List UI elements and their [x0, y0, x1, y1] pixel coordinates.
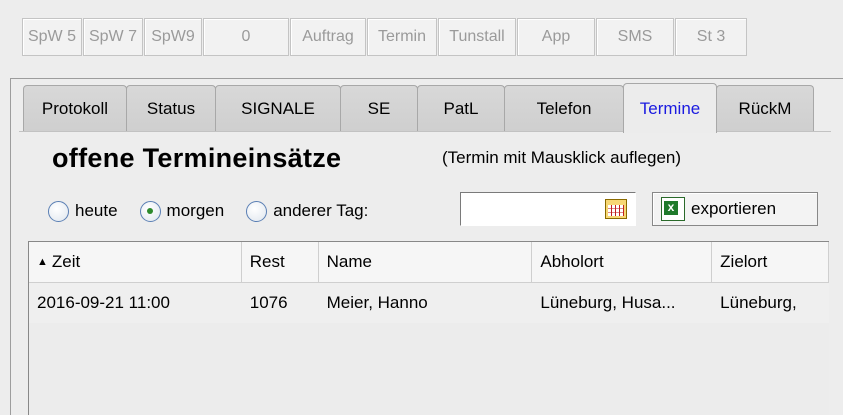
radio-circle-icon — [48, 200, 69, 222]
cell-name: Meier, Hanno — [318, 283, 533, 323]
cell-abholort: Lüneburg, Husa... — [532, 283, 713, 323]
hint-text: (Termin mit Mausklick auflegen) — [442, 148, 682, 167]
radio-label: anderer Tag: — [273, 201, 369, 220]
tab-strip: Protokoll Status SIGNALE SE PatL Telefon… — [23, 83, 814, 133]
tab-protokoll[interactable]: Protokoll — [23, 85, 127, 131]
topbar-button-tunstall[interactable]: Tunstall — [438, 18, 516, 56]
topbar-button-spw9[interactable]: SpW9 — [144, 18, 202, 56]
tab-signale[interactable]: SIGNALE — [215, 85, 341, 131]
table-header: ▲ Zeit Rest Name Abholort Zielort — [29, 242, 830, 283]
tab-status[interactable]: Status — [126, 85, 216, 131]
cell-zeit: 2016-09-21 11:00 — [29, 283, 242, 323]
tab-telefon[interactable]: Telefon — [504, 85, 624, 131]
radio-selected-icon — [139, 200, 161, 222]
sort-ascending-icon: ▲ — [37, 256, 48, 268]
column-header-abholort[interactable]: Abholort — [532, 242, 713, 282]
cell-rest: 1076 — [241, 283, 319, 323]
tab-rueckm[interactable]: RückM — [716, 85, 814, 131]
tab-patl[interactable]: PatL — [417, 85, 505, 131]
table-row[interactable]: 2016-09-21 11:00 1076 Meier, Hanno Lüneb… — [29, 283, 830, 323]
topbar-button-sms[interactable]: SMS — [596, 18, 674, 56]
column-header-zeit[interactable]: ▲ Zeit — [29, 242, 242, 282]
topbar-button-spw5[interactable]: SpW 5 — [22, 18, 82, 56]
excel-export-icon — [661, 197, 685, 221]
column-header-zielort[interactable]: Zielort — [712, 242, 830, 282]
tab-se[interactable]: SE — [340, 85, 418, 131]
radio-heute[interactable]: heute — [48, 200, 118, 222]
radio-circle-icon — [246, 200, 268, 222]
calendar-icon[interactable] — [605, 199, 627, 219]
radio-label: morgen — [166, 201, 225, 220]
column-header-name[interactable]: Name — [319, 242, 533, 282]
radio-anderer-tag[interactable]: anderer Tag: — [246, 200, 369, 222]
topbar-button-spw7[interactable]: SpW 7 — [83, 18, 143, 56]
date-field[interactable] — [460, 192, 636, 226]
day-radio-group: heute morgen anderer Tag: — [48, 193, 390, 229]
export-button[interactable]: exportieren — [652, 192, 818, 226]
radio-morgen[interactable]: morgen — [139, 200, 225, 222]
export-button-label: exportieren — [691, 199, 777, 218]
topbar-button-st3[interactable]: St 3 — [675, 18, 747, 56]
topbar-button-0[interactable]: 0 — [203, 18, 289, 56]
topbar-button-auftrag[interactable]: Auftrag — [290, 18, 366, 56]
tab-termine[interactable]: Termine — [623, 83, 717, 133]
radio-label: heute — [75, 201, 118, 220]
cell-zielort: Lüneburg, — [712, 283, 830, 323]
top-button-bar: SpW 5 SpW 7 SpW9 0 Auftrag Termin Tunsta… — [22, 18, 748, 58]
page-title: offene Termineinsätze — [52, 143, 342, 173]
topbar-button-termin[interactable]: Termin — [367, 18, 437, 56]
appointments-table: ▲ Zeit Rest Name Abholort Zielort 2016-0… — [28, 241, 830, 415]
column-header-rest[interactable]: Rest — [242, 242, 319, 282]
topbar-button-app[interactable]: App — [517, 18, 595, 56]
